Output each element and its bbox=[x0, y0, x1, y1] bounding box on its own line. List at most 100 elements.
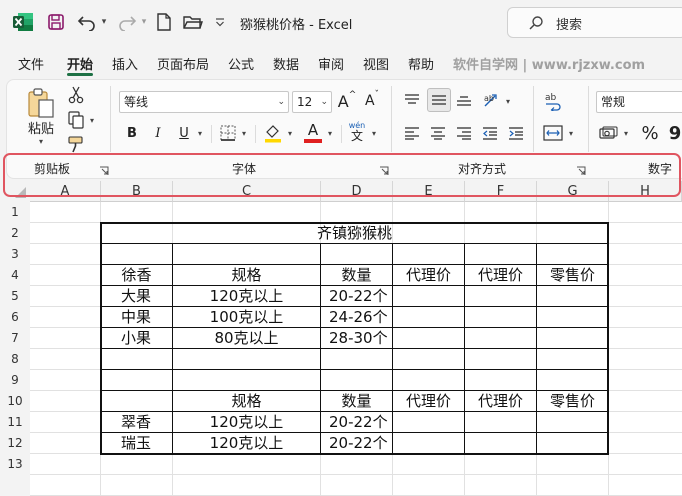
align-center-icon[interactable] bbox=[428, 123, 448, 143]
font-color-button[interactable]: A bbox=[302, 120, 324, 144]
row-header[interactable]: 3 bbox=[0, 244, 30, 265]
table-title-cell[interactable]: 齐镇猕猴桃 bbox=[101, 223, 608, 244]
fill-color-icon[interactable] bbox=[262, 122, 284, 144]
row-header[interactable]: 10 bbox=[0, 391, 30, 412]
tab-formulas[interactable]: 公式 bbox=[228, 54, 254, 73]
undo-dropdown-icon[interactable]: ▾ bbox=[99, 14, 109, 30]
paste-button[interactable]: 粘贴 bbox=[26, 119, 56, 137]
row-header[interactable]: 5 bbox=[0, 286, 30, 307]
orientation-dropdown-icon[interactable]: ▾ bbox=[503, 94, 513, 108]
cut-icon[interactable] bbox=[66, 85, 86, 105]
font-color-dropdown-icon[interactable]: ▾ bbox=[325, 126, 335, 140]
currency-dropdown-icon[interactable]: ▾ bbox=[621, 126, 631, 140]
quantity-cell[interactable]: 20-22个 bbox=[321, 412, 392, 433]
quantity-cell[interactable]: 24-26个 bbox=[321, 307, 392, 328]
tab-review[interactable]: 审阅 bbox=[318, 54, 344, 73]
decrease-indent-icon[interactable] bbox=[480, 123, 500, 143]
copy-icon[interactable] bbox=[66, 110, 86, 130]
customize-toolbar-icon[interactable] bbox=[214, 13, 226, 31]
grade-cell[interactable]: 小果 bbox=[101, 328, 172, 349]
spec-cell[interactable]: 120克以上 bbox=[173, 433, 320, 454]
bold-button[interactable]: B bbox=[122, 122, 142, 144]
spec-cell[interactable]: 80克以上 bbox=[173, 328, 320, 349]
grade-cell[interactable]: 翠香 bbox=[101, 412, 172, 433]
increase-indent-icon[interactable] bbox=[506, 123, 526, 143]
align-bottom-icon[interactable] bbox=[454, 90, 474, 110]
spec-cell[interactable]: 100克以上 bbox=[173, 307, 320, 328]
grade-cell[interactable]: 瑞玉 bbox=[101, 433, 172, 454]
borders-dropdown-icon[interactable]: ▾ bbox=[239, 126, 249, 140]
row-header[interactable]: 8 bbox=[0, 349, 30, 370]
align-middle-icon[interactable] bbox=[427, 88, 451, 112]
header-cell[interactable]: 数量 bbox=[321, 391, 392, 412]
number-format-select[interactable]: 常规 bbox=[596, 91, 682, 113]
redo-dropdown-icon: ▾ bbox=[141, 17, 147, 27]
svg-text:ab: ab bbox=[484, 94, 494, 103]
paste-dropdown-icon[interactable]: ▾ bbox=[36, 135, 46, 147]
merge-center-icon[interactable] bbox=[542, 123, 564, 143]
currency-icon[interactable] bbox=[598, 123, 620, 143]
align-left-icon[interactable] bbox=[402, 123, 422, 143]
tab-help[interactable]: 帮助 bbox=[408, 54, 434, 73]
orientation-icon[interactable]: ab bbox=[481, 90, 503, 110]
row-header[interactable]: 9 bbox=[0, 370, 30, 391]
tab-page-layout[interactable]: 页面布局 bbox=[157, 54, 209, 73]
header-cell[interactable]: 代理价 bbox=[465, 391, 536, 412]
undo-icon[interactable] bbox=[76, 12, 98, 32]
comma-style-button[interactable]: 9 bbox=[668, 121, 682, 145]
tab-view[interactable]: 视图 bbox=[363, 54, 389, 73]
merge-dropdown-icon[interactable]: ▾ bbox=[566, 126, 576, 140]
row-header[interactable]: 1 bbox=[0, 202, 30, 223]
align-right-icon[interactable] bbox=[454, 123, 474, 143]
spec-cell[interactable]: 120克以上 bbox=[173, 412, 320, 433]
borders-icon[interactable] bbox=[218, 123, 238, 143]
underline-button[interactable]: U bbox=[174, 122, 194, 144]
spec-cell[interactable]: 120克以上 bbox=[173, 286, 320, 307]
fill-color-dropdown-icon[interactable]: ▾ bbox=[285, 126, 295, 140]
copy-dropdown-icon[interactable]: ▾ bbox=[87, 114, 97, 126]
italic-button[interactable]: I bbox=[148, 122, 168, 144]
tab-home[interactable]: 开始 bbox=[67, 54, 93, 73]
ribbon-separator bbox=[391, 86, 392, 152]
header-cell[interactable]: 代理价 bbox=[465, 265, 536, 286]
percent-button[interactable]: % bbox=[638, 121, 662, 145]
phonetic-dropdown-icon[interactable]: ▾ bbox=[369, 126, 379, 140]
font-size-select[interactable]: 12 ⌄ bbox=[292, 91, 332, 113]
row-header[interactable]: 12 bbox=[0, 433, 30, 454]
grade-cell[interactable]: 中果 bbox=[101, 307, 172, 328]
header-cell[interactable]: 代理价 bbox=[393, 265, 464, 286]
row-header[interactable]: 7 bbox=[0, 328, 30, 349]
header-cell[interactable]: 数量 bbox=[321, 265, 392, 286]
tab-data[interactable]: 数据 bbox=[273, 54, 299, 73]
row-header[interactable]: 6 bbox=[0, 307, 30, 328]
header-cell[interactable]: 规格 bbox=[173, 391, 320, 412]
quantity-cell[interactable]: 28-30个 bbox=[321, 328, 392, 349]
align-top-icon[interactable] bbox=[402, 90, 422, 110]
grade-cell[interactable]: 大果 bbox=[101, 286, 172, 307]
format-painter-icon[interactable] bbox=[66, 135, 86, 155]
paste-icon[interactable] bbox=[26, 86, 56, 120]
row-header[interactable]: 11 bbox=[0, 412, 30, 433]
header-cell[interactable]: 徐香 bbox=[101, 265, 172, 286]
wrap-text-icon[interactable]: ab bbox=[542, 90, 564, 112]
search-input[interactable]: 搜索 bbox=[507, 7, 682, 38]
save-icon[interactable] bbox=[46, 12, 66, 32]
underline-dropdown-icon[interactable]: ▾ bbox=[195, 126, 205, 140]
header-cell[interactable]: 零售价 bbox=[537, 391, 608, 412]
shrink-font-button[interactable]: Aˇ bbox=[362, 90, 382, 112]
header-cell[interactable]: 零售价 bbox=[537, 265, 608, 286]
open-folder-icon[interactable] bbox=[183, 12, 203, 32]
row-header[interactable]: 2 bbox=[0, 223, 30, 244]
header-cell[interactable]: 代理价 bbox=[393, 391, 464, 412]
row-header[interactable]: 4 bbox=[0, 265, 30, 286]
header-cell[interactable]: 规格 bbox=[173, 265, 320, 286]
new-document-icon[interactable] bbox=[155, 12, 173, 32]
quantity-cell[interactable]: 20-22个 bbox=[321, 433, 392, 454]
tab-insert[interactable]: 插入 bbox=[112, 54, 138, 73]
font-name-select[interactable]: 等线 ⌄ bbox=[119, 91, 289, 113]
phonetic-guide-button[interactable]: wén 文 bbox=[346, 120, 368, 144]
grow-font-button[interactable]: A ^ bbox=[337, 90, 357, 112]
quantity-cell[interactable]: 20-22个 bbox=[321, 286, 392, 307]
tab-file[interactable]: 文件 bbox=[18, 54, 44, 73]
row-header[interactable]: 13 bbox=[0, 454, 30, 475]
